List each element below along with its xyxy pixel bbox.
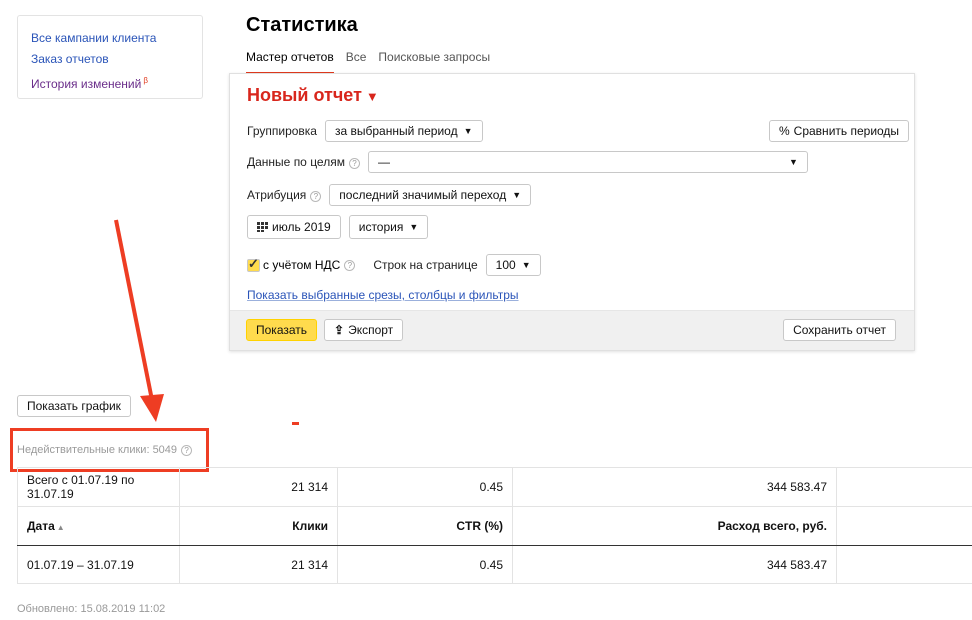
chevron-down-icon: ▼ bbox=[512, 190, 522, 200]
sidebar-link-change-history-label: История изменений bbox=[31, 77, 142, 91]
row-clicks-cell: 21 314 bbox=[179, 545, 338, 584]
help-icon[interactable]: ? bbox=[348, 158, 360, 169]
report-title-dropdown[interactable]: Новый отчет ▼ bbox=[247, 85, 379, 106]
table-empty-cell bbox=[836, 506, 972, 546]
vat-row: с учётом НДС ? Строк на странице 100 ▼ bbox=[247, 254, 541, 276]
chevron-down-icon: ▼ bbox=[463, 126, 473, 136]
help-icon[interactable]: ? bbox=[344, 259, 356, 271]
goals-label: Данные по целям? bbox=[247, 155, 360, 169]
total-period-cell: Всего с 01.07.19 по 31.07.19 bbox=[17, 467, 180, 507]
sidebar-link-order-reports[interactable]: Заказ отчетов bbox=[31, 49, 189, 70]
goals-label-text: Данные по целям bbox=[247, 155, 345, 169]
table-empty-cell bbox=[836, 545, 972, 584]
history-value: история bbox=[358, 220, 404, 234]
sidebar-link-all-campaigns[interactable]: Все кампании клиента bbox=[31, 28, 189, 49]
compare-periods-button[interactable]: % Сравнить периоды bbox=[769, 120, 910, 142]
chevron-down-icon: ▼ bbox=[521, 260, 531, 270]
sort-asc-icon: ▲ bbox=[56, 523, 65, 532]
sidebar-link-change-history[interactable]: История изменений β bbox=[31, 70, 189, 95]
header-spend[interactable]: Расход всего, руб. bbox=[512, 506, 837, 546]
compare-periods-label: Сравнить периоды bbox=[793, 124, 900, 138]
total-spend-cell: 344 583.47 bbox=[512, 467, 837, 507]
rows-per-page-select[interactable]: 100 ▼ bbox=[485, 254, 541, 276]
grouping-select[interactable]: за выбранный период ▼ bbox=[324, 120, 483, 142]
slices-link-row: Показать выбранные срезы, столбцы и филь… bbox=[247, 288, 519, 302]
period-picker[interactable]: июль 2019 bbox=[247, 215, 341, 239]
triangle-down-icon: ▼ bbox=[365, 89, 379, 104]
table-empty-cell bbox=[836, 467, 972, 507]
annotation-arrow-shaft bbox=[114, 219, 154, 401]
attribution-value: последний значимый переход bbox=[339, 188, 507, 202]
updated-timestamp: Обновлено: 15.08.2019 11:02 bbox=[17, 603, 166, 615]
header-ctr[interactable]: CTR (%) bbox=[337, 506, 513, 546]
export-button[interactable]: ⇪ Экспорт bbox=[324, 319, 404, 341]
header-date-label: Дата bbox=[27, 519, 55, 533]
report-panel: Новый отчет ▼ Группировка за выбранный пе… bbox=[229, 73, 915, 351]
table-total-row: Всего с 01.07.19 по 31.07.19 21 314 0.45… bbox=[17, 467, 972, 507]
chevron-down-icon: ▼ bbox=[789, 157, 798, 167]
calendar-icon bbox=[257, 222, 268, 232]
attribution-label-text: Атрибуция bbox=[247, 188, 307, 202]
period-row: июль 2019 история ▼ bbox=[247, 215, 429, 239]
stats-table: Всего с 01.07.19 по 31.07.19 21 314 0.45… bbox=[17, 467, 972, 584]
vat-label[interactable]: с учётом НДС bbox=[263, 258, 340, 272]
upload-icon: ⇪ bbox=[334, 323, 345, 337]
header-clicks[interactable]: Клики bbox=[179, 506, 338, 546]
goals-row: Данные по целям? — ▼ bbox=[247, 151, 808, 173]
chevron-down-icon: ▼ bbox=[409, 222, 419, 232]
row-spend-cell: 344 583.47 bbox=[512, 545, 837, 584]
help-icon[interactable]: ? bbox=[310, 191, 322, 202]
total-ctr-cell: 0.45 bbox=[337, 467, 513, 507]
page-title: Статистика bbox=[246, 14, 358, 36]
percent-icon: % bbox=[779, 124, 790, 138]
show-graph-button[interactable]: Показать график bbox=[17, 395, 131, 417]
report-title-text: Новый отчет bbox=[247, 85, 362, 105]
grouping-value: за выбранный период bbox=[334, 124, 458, 138]
grouping-row: Группировка за выбранный период ▼ bbox=[247, 120, 483, 142]
panel-footer: Показать ⇪ Экспорт Сохранить отчет bbox=[230, 310, 914, 350]
annotation-arrow-head bbox=[140, 394, 164, 422]
annotation-highlight-box bbox=[10, 428, 209, 472]
table-row: 01.07.19 – 31.07.19 21 314 0.45 344 583.… bbox=[17, 545, 972, 584]
show-slices-link[interactable]: Показать выбранные срезы, столбцы и филь… bbox=[247, 288, 519, 302]
tab-report-wizard[interactable]: Мастер отчетов bbox=[246, 50, 334, 74]
sidebar-nav: Все кампании клиента Заказ отчетов Истор… bbox=[17, 15, 203, 99]
tab-all[interactable]: Все bbox=[346, 50, 367, 74]
row-date-cell: 01.07.19 – 31.07.19 bbox=[17, 545, 180, 584]
row-ctr-cell: 0.45 bbox=[337, 545, 513, 584]
history-select[interactable]: история ▼ bbox=[348, 215, 429, 239]
save-report-button[interactable]: Сохранить отчет bbox=[783, 319, 896, 341]
attribution-select[interactable]: последний значимый переход ▼ bbox=[329, 184, 532, 206]
tab-search-queries[interactable]: Поисковые запросы bbox=[378, 50, 490, 74]
beta-badge: β bbox=[143, 76, 148, 85]
rows-per-page-value: 100 bbox=[495, 258, 516, 272]
goals-value: — bbox=[377, 155, 390, 169]
header-date[interactable]: Дата ▲ bbox=[17, 506, 180, 546]
annotation-dash bbox=[292, 422, 299, 425]
export-label: Экспорт bbox=[348, 323, 394, 337]
attribution-row: Атрибуция? последний значимый переход ▼ bbox=[247, 184, 532, 206]
vat-checkbox[interactable] bbox=[247, 256, 260, 272]
goals-select[interactable]: — ▼ bbox=[367, 151, 808, 173]
show-button[interactable]: Показать bbox=[246, 319, 318, 341]
period-value: июль 2019 bbox=[272, 220, 331, 234]
total-clicks-cell: 21 314 bbox=[179, 467, 338, 507]
attribution-label: Атрибуция? bbox=[247, 188, 322, 202]
table-header-row: Дата ▲ Клики CTR (%) Расход всего, руб. bbox=[17, 506, 972, 546]
grouping-label: Группировка bbox=[247, 124, 317, 138]
tabs: Мастер отчетов Все Поисковые запросы bbox=[246, 50, 490, 74]
rows-per-page-label: Строк на странице bbox=[373, 258, 478, 272]
